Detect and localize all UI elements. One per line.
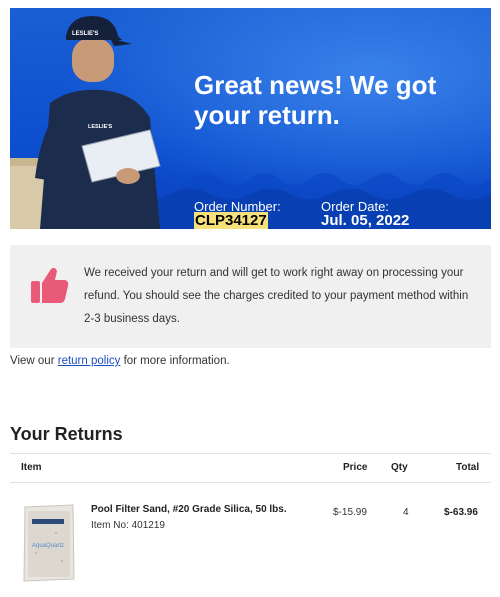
- return-notice: We received your return and will get to …: [10, 245, 491, 348]
- order-date-value: Jul. 05, 2022: [321, 212, 410, 229]
- hero-headline: Great news! We got your return.: [194, 70, 437, 130]
- product-image-label: AquaQuartz: [32, 543, 64, 549]
- thumbs-up-icon: [31, 267, 69, 303]
- notice-text: We received your return and will get to …: [84, 267, 469, 325]
- product-total: $-63.96: [444, 507, 478, 518]
- top-strip: [0, 0, 500, 6]
- return-policy-link[interactable]: return policy: [58, 355, 121, 367]
- policy-prefix: View our: [10, 355, 58, 367]
- svg-text:LESLIE'S: LESLIE'S: [72, 31, 98, 37]
- product-name: Pool Filter Sand, #20 Grade Silica, 50 l…: [91, 504, 287, 515]
- column-header-item: Item: [21, 462, 42, 473]
- product-qty: 4: [403, 507, 409, 518]
- delivery-person-illustration: LESLIE'S LESLIE'S: [10, 16, 161, 229]
- product-item-number: Item No: 401219: [91, 520, 165, 531]
- svg-text:LESLIE'S: LESLIE'S: [88, 124, 113, 130]
- product-image: AquaQuartz: [23, 504, 75, 582]
- order-number-value: CLP34127: [194, 212, 268, 229]
- policy-line: View our return policy for more informat…: [10, 355, 230, 367]
- column-header-qty: Qty: [391, 462, 408, 473]
- hero-banner: LESLIE'S LESLIE'S Great news! We got you…: [10, 8, 491, 229]
- column-header-total: Total: [456, 462, 480, 473]
- table-header-divider: [10, 482, 491, 483]
- product-price: $-15.99: [333, 507, 367, 518]
- returns-title: Your Returns: [10, 424, 123, 444]
- policy-suffix: for more information.: [120, 355, 230, 367]
- column-header-price: Price: [343, 462, 368, 473]
- table-top-divider: [10, 453, 491, 454]
